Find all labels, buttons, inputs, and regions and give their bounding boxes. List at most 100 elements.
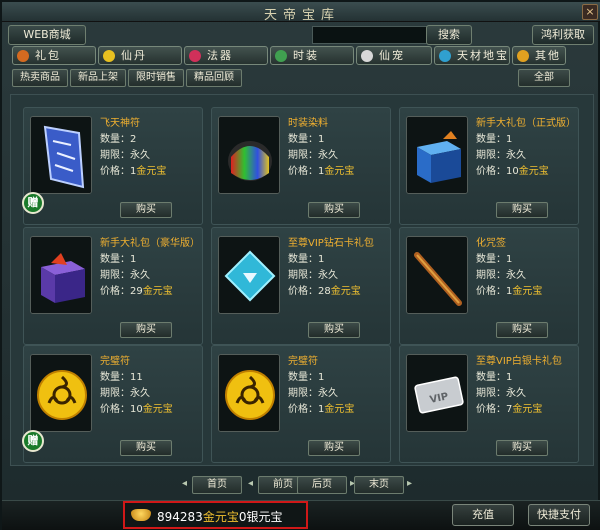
item-card: 完璧符 数量：1 期限：永久 价格：1金元宝 购买 [211, 345, 391, 463]
item-period: 永久 [506, 270, 526, 281]
buy-button[interactable]: 购买 [120, 440, 172, 456]
search-input[interactable] [312, 26, 432, 44]
item-price: 29 [130, 286, 143, 297]
tab-category-0[interactable]: 礼包 [12, 46, 96, 65]
item-image-silver-card[interactable]: VIP [406, 354, 468, 432]
close-button[interactable]: × [582, 4, 598, 20]
qty-label: 数量： [100, 134, 130, 145]
item-name: 飞天神符 [100, 118, 140, 129]
period-label: 期限： [100, 388, 130, 399]
period-label: 期限： [288, 150, 318, 161]
item-name: 新手大礼包（豪华版） [100, 238, 200, 249]
qty-label: 数量： [476, 254, 506, 265]
balance-text: 894283金元宝0银元宝 [157, 508, 282, 525]
tab-category-3[interactable]: 时装 [270, 46, 354, 65]
gift-badge-icon: 赠 [22, 430, 44, 452]
item-image-stick[interactable] [406, 236, 468, 314]
gold-amount: 894283 [157, 510, 203, 524]
last-page-button[interactable]: 末页 [354, 476, 404, 494]
item-qty: 1 [318, 254, 325, 265]
tab-sub-0[interactable]: 热卖商品 [12, 69, 68, 87]
qty-label: 数量： [476, 134, 506, 145]
tab-category-4[interactable]: 仙宠 [356, 46, 432, 65]
tab-sub-3[interactable]: 精品回顾 [186, 69, 242, 87]
item-image-talisman[interactable] [30, 116, 92, 194]
item-qty: 1 [130, 254, 137, 265]
category-label: 礼包 [35, 49, 61, 62]
item-name: 时装染料 [288, 118, 328, 129]
tab-category-1[interactable]: 仙丹 [98, 46, 182, 65]
category-label: 仙宠 [379, 49, 405, 62]
price-label: 价格： [476, 286, 506, 297]
gift-bag-icon [17, 50, 29, 62]
web-store-button[interactable]: WEB商城 [8, 25, 86, 45]
price-label: 价格： [288, 166, 318, 177]
currency-label: 金元宝 [136, 166, 167, 177]
item-period: 永久 [318, 388, 338, 399]
gold-ingot-icon [131, 509, 151, 521]
item-card: VIP 至尊VIP白银卡礼包 数量：1 期限：永久 价格：7金元宝 购买 [399, 345, 579, 463]
buy-button[interactable]: 购买 [308, 440, 360, 456]
period-label: 期限： [100, 270, 130, 281]
tab-category-2[interactable]: 法器 [184, 46, 268, 65]
tab-category-6[interactable]: 其他 [512, 46, 566, 65]
item-qty: 1 [318, 372, 325, 383]
item-name: 至尊VIP白银卡礼包 [476, 356, 562, 367]
item-image-coin[interactable] [30, 354, 92, 432]
buy-button[interactable]: 购买 [120, 322, 172, 338]
item-period: 永久 [318, 270, 338, 281]
first-arrow-icon: ◂ [182, 478, 188, 489]
title-bar[interactable]: 天帝宝库 × [2, 2, 600, 23]
buy-button[interactable]: 购买 [496, 202, 548, 218]
item-image-box-blue[interactable] [406, 116, 468, 194]
buy-button[interactable]: 购买 [308, 322, 360, 338]
tab-sub-1[interactable]: 新品上架 [70, 69, 126, 87]
item-name: 化咒签 [476, 238, 506, 249]
item-qty: 1 [506, 372, 513, 383]
item-period: 永久 [130, 388, 150, 399]
item-image-box-purple[interactable] [30, 236, 92, 314]
item-image-diamond-card[interactable] [218, 236, 280, 314]
price-label: 价格： [476, 166, 506, 177]
price-label: 价格： [100, 286, 130, 297]
item-card: 完璧符 数量：11 期限：永久 价格：10金元宝 购买 赠 [22, 345, 203, 463]
period-label: 期限： [476, 388, 506, 399]
tab-sub-2[interactable]: 限时销售 [128, 69, 184, 87]
item-qty: 1 [506, 254, 513, 265]
tab-category-5[interactable]: 天材地宝 [434, 46, 510, 65]
item-qty: 1 [318, 134, 325, 145]
qty-label: 数量： [288, 134, 318, 145]
item-period: 永久 [506, 150, 526, 161]
recharge-button[interactable]: 充值 [452, 504, 514, 526]
item-name: 至尊VIP钻石卡礼包 [288, 238, 374, 249]
period-label: 期限： [476, 270, 506, 281]
currency-label: 金元宝 [518, 166, 549, 177]
price-label: 价格： [476, 404, 506, 415]
currency-label: 金元宝 [324, 404, 355, 415]
buy-button[interactable]: 购买 [308, 202, 360, 218]
item-image-dye[interactable] [218, 116, 280, 194]
qty-label: 数量： [100, 372, 130, 383]
search-button[interactable]: 搜索 [426, 25, 472, 45]
other-icon [517, 50, 529, 62]
period-label: 期限： [100, 150, 130, 161]
all-button[interactable]: 全部 [518, 69, 570, 87]
currency-label: 金元宝 [324, 166, 355, 177]
item-period: 永久 [130, 270, 150, 281]
next-page-button[interactable]: 后页 [297, 476, 347, 494]
buy-button[interactable]: 购买 [496, 322, 548, 338]
bonus-button[interactable]: 鸿利获取 [532, 25, 594, 45]
pill-icon [103, 50, 115, 62]
period-label: 期限： [476, 150, 506, 161]
buy-button[interactable]: 购买 [496, 440, 548, 456]
buy-button[interactable]: 购买 [120, 202, 172, 218]
costume-icon [275, 50, 287, 62]
quick-pay-button[interactable]: 快捷支付 [528, 504, 590, 526]
first-page-button[interactable]: 首页 [192, 476, 242, 494]
category-label: 仙丹 [121, 49, 147, 62]
price-label: 价格： [100, 166, 130, 177]
currency-label: 金元宝 [142, 404, 173, 415]
item-image-coin[interactable] [218, 354, 280, 432]
gift-badge-icon: 赠 [22, 192, 44, 214]
item-qty: 2 [130, 134, 137, 145]
